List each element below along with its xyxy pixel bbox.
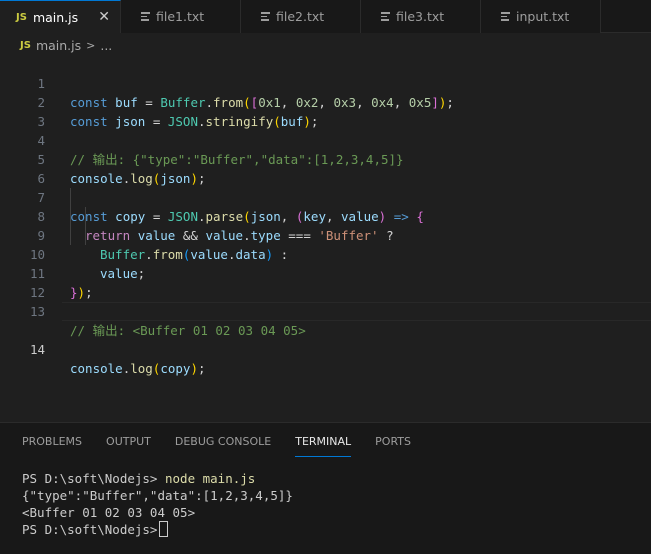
tab-file2-txt[interactable]: file2.txt (241, 0, 361, 33)
code-line: 7 const copy = JSON.parse(json, (key, va… (37, 190, 424, 224)
tab-debug-console[interactable]: DEBUG CONSOLE (175, 433, 271, 457)
bottom-panel: PROBLEMS OUTPUT DEBUG CONSOLE TERMINAL P… (0, 422, 651, 554)
code-line: 5 console.log(json); (37, 152, 206, 186)
file-lines-icon (141, 12, 150, 21)
tab-label: file2.txt (276, 9, 325, 24)
breadcrumb-file[interactable]: main.js (36, 38, 81, 53)
code-line: 4 // 输出: {"type":"Buffer","data":[1,2,3,… (37, 133, 404, 167)
code-editor[interactable]: 1 const buf = Buffer.from([0x1, 0x2, 0x3… (0, 55, 651, 415)
code-line: 3 (37, 114, 45, 129)
file-lines-icon (261, 12, 270, 21)
tab-problems[interactable]: PROBLEMS (22, 433, 82, 457)
breadcrumb-more[interactable]: ... (100, 38, 112, 53)
chevron-right-icon: > (86, 38, 96, 52)
code-line: 9 Buffer.from(value.data) : (37, 228, 289, 262)
tab-label: input.txt (516, 9, 570, 24)
tab-output[interactable]: OUTPUT (106, 433, 151, 457)
tab-file1-txt[interactable]: file1.txt (121, 0, 241, 33)
code-line: 11 }); (29, 266, 93, 300)
breadcrumb: JS main.js > ... (20, 36, 112, 54)
tab-main-js[interactable]: JS main.js ✕ (0, 0, 121, 33)
tab-label: main.js (32, 9, 79, 25)
current-line-highlight (62, 302, 651, 321)
terminal-output: <Buffer 01 02 03 04 05> (22, 505, 196, 520)
code-line: 6 (37, 171, 45, 186)
tab-ports[interactable]: PORTS (375, 433, 411, 457)
code-line-current: 14 console.log(copy); (0, 302, 651, 376)
file-lines-icon (381, 12, 390, 21)
code-line: 12 (29, 285, 45, 300)
code-line: 10 value; (29, 247, 146, 281)
panel-tabs: PROBLEMS OUTPUT DEBUG CONSOLE TERMINAL P… (22, 433, 435, 457)
js-icon: JS (16, 11, 27, 23)
js-icon: JS (20, 39, 31, 51)
terminal[interactable]: PS D:\soft\Nodejs> node main.js {"type":… (22, 470, 293, 538)
editor-tab-bar: JS main.js ✕ file1.txt file2.txt file3.t… (0, 0, 651, 33)
terminal-line: PS D:\soft\Nodejs> (22, 521, 293, 538)
terminal-line: PS D:\soft\Nodejs> node main.js (22, 471, 256, 486)
tab-terminal[interactable]: TERMINAL (295, 433, 352, 457)
tab-input-txt[interactable]: input.txt (481, 0, 601, 33)
tab-file3-txt[interactable]: file3.txt (361, 0, 481, 33)
terminal-output: {"type":"Buffer","data":[1,2,3,4,5]} (22, 488, 293, 503)
file-lines-icon (501, 12, 510, 21)
code-line: 2 const json = JSON.stringify(buf); (37, 95, 319, 129)
tab-label: file1.txt (156, 9, 205, 24)
code-line: 1 const buf = Buffer.from([0x1, 0x2, 0x3… (37, 76, 454, 110)
code-line: 13 // 输出: <Buffer 01 02 03 04 05> (29, 304, 306, 338)
tab-label: file3.txt (396, 9, 445, 24)
code-line: 8 return value && value.type === 'Buffer… (37, 209, 394, 243)
close-icon[interactable]: ✕ (98, 9, 110, 25)
terminal-cursor (159, 521, 169, 537)
